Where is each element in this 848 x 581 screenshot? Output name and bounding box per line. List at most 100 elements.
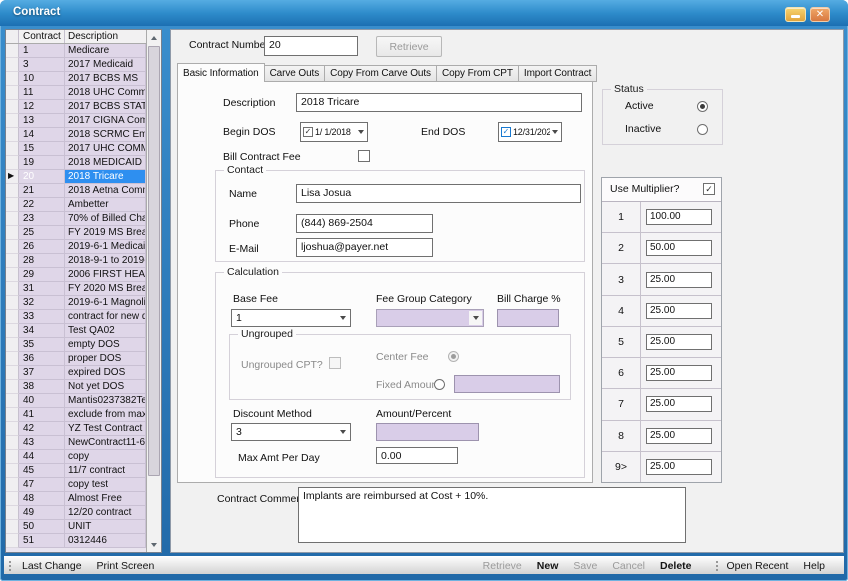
contract-desc-cell[interactable]: 12/20 contract — [65, 506, 146, 520]
row-selector[interactable] — [6, 114, 19, 128]
contract-row-13[interactable]: 132017 CIGNA Comm — [6, 114, 146, 128]
contract-row-42[interactable]: 42YZ Test Contract — [6, 422, 146, 436]
contract-id-cell[interactable]: 13 — [19, 114, 65, 128]
row-selector[interactable] — [6, 394, 19, 408]
contract-row-29[interactable]: 292006 FIRST HEAL — [6, 268, 146, 282]
row-selector[interactable] — [6, 282, 19, 296]
contact-phone-input[interactable]: (844) 869-2504 — [296, 214, 433, 233]
contract-id-cell[interactable]: 22 — [19, 198, 65, 212]
contract-id-cell[interactable]: 43 — [19, 436, 65, 450]
contract-row-35[interactable]: 35empty DOS — [6, 338, 146, 352]
begin-dos-picker[interactable]: ✓ 1/ 1/2018 — [300, 122, 368, 142]
end-dos-picker[interactable]: ✓ 12/31/2021 — [498, 122, 562, 142]
vertical-scrollbar[interactable] — [146, 30, 161, 552]
ungrouped-cpt-checkbox[interactable] — [329, 357, 341, 369]
delete-button[interactable]: Delete — [660, 560, 692, 572]
contract-id-cell[interactable]: 19 — [19, 156, 65, 170]
contract-desc-cell[interactable]: 2017 BCBS MS — [65, 72, 146, 86]
contract-row-28[interactable]: 282018-9-1 to 2019-8 — [6, 254, 146, 268]
row-selector[interactable] — [6, 142, 19, 156]
row-selector[interactable] — [6, 520, 19, 534]
contract-row-10[interactable]: 102017 BCBS MS — [6, 72, 146, 86]
contract-id-cell[interactable]: 11 — [19, 86, 65, 100]
tab-copy-from-carve-outs[interactable]: Copy From Carve Outs — [325, 65, 437, 82]
contract-desc-cell[interactable]: Medicare — [65, 44, 146, 58]
row-selector[interactable] — [6, 380, 19, 394]
contract-desc-cell[interactable]: Ambetter — [65, 198, 146, 212]
contract-desc-cell[interactable]: 2019-6-1 Medicaid — [65, 240, 146, 254]
row-selector[interactable] — [6, 44, 19, 58]
contract-desc-cell[interactable]: exclude from max — [65, 408, 146, 422]
contract-row-50[interactable]: 50UNIT — [6, 520, 146, 534]
contract-row-1[interactable]: 1Medicare — [6, 44, 146, 58]
contract-row-25[interactable]: 25FY 2019 MS Breas — [6, 226, 146, 240]
row-selector[interactable] — [6, 212, 19, 226]
column-header-description[interactable]: Description — [65, 30, 146, 43]
scroll-down-button[interactable] — [147, 537, 161, 552]
multiplier-value-input[interactable]: 25.00 — [646, 334, 712, 350]
contract-id-cell[interactable]: 50 — [19, 520, 65, 534]
row-selector[interactable] — [6, 268, 19, 282]
contract-id-cell[interactable]: 35 — [19, 338, 65, 352]
fixed-amount-input[interactable] — [454, 375, 560, 393]
contract-id-cell[interactable]: 44 — [19, 450, 65, 464]
row-selector[interactable] — [6, 478, 19, 492]
contract-row-21[interactable]: 212018 Aetna Comm — [6, 184, 146, 198]
max-amt-input[interactable]: 0.00 — [376, 447, 458, 464]
print-screen-button[interactable]: Print Screen — [97, 560, 155, 572]
row-selector[interactable] — [6, 534, 19, 548]
contract-id-cell[interactable]: 33 — [19, 310, 65, 324]
row-selector[interactable] — [6, 128, 19, 142]
contract-desc-cell[interactable]: Test QA02 — [65, 324, 146, 338]
use-multiplier-checkbox[interactable]: ✓ — [703, 183, 715, 195]
contract-desc-cell[interactable]: Almost Free — [65, 492, 146, 506]
contract-id-cell[interactable]: 41 — [19, 408, 65, 422]
status-active-radio[interactable] — [697, 101, 708, 112]
contract-desc-cell[interactable]: 11/7 contract — [65, 464, 146, 478]
contract-comment-input[interactable]: Implants are reimbursed at Cost + 10%. — [298, 487, 686, 543]
contract-desc-cell[interactable]: copy test — [65, 478, 146, 492]
row-selector[interactable] — [6, 226, 19, 240]
row-selector[interactable] — [6, 324, 19, 338]
contract-id-cell[interactable]: 36 — [19, 352, 65, 366]
scroll-up-button[interactable] — [147, 30, 161, 45]
contract-row-49[interactable]: 4912/20 contract — [6, 506, 146, 520]
multiplier-value-input[interactable]: 25.00 — [646, 303, 712, 319]
row-selector[interactable] — [6, 254, 19, 268]
center-fee-radio[interactable] — [448, 351, 459, 362]
contract-desc-cell[interactable]: 2018 MEDICAID — [65, 156, 146, 170]
multiplier-value-input[interactable]: 25.00 — [646, 428, 712, 444]
contract-desc-cell[interactable]: 2018 Tricare — [65, 170, 146, 184]
row-selector[interactable] — [6, 310, 19, 324]
save-button[interactable]: Save — [573, 560, 597, 572]
contract-row-3[interactable]: 32017 Medicaid — [6, 58, 146, 72]
contract-row-22[interactable]: 22Ambetter — [6, 198, 146, 212]
contract-desc-cell[interactable]: 2017 BCBS STAT — [65, 100, 146, 114]
row-selector[interactable] — [6, 464, 19, 478]
contract-id-cell[interactable]: 1 — [19, 44, 65, 58]
multiplier-value-input[interactable]: 25.00 — [646, 272, 712, 288]
row-selector[interactable]: ▶ — [6, 170, 19, 184]
discount-method-combo[interactable]: 3 — [231, 423, 351, 441]
open-recent-button[interactable]: Open Recent — [727, 560, 789, 572]
begin-dos-checkbox[interactable]: ✓ — [303, 127, 313, 137]
contract-row-20[interactable]: ▶202018 Tricare — [6, 170, 146, 184]
new-button[interactable]: New — [537, 560, 559, 572]
contract-number-input[interactable]: 20 — [264, 36, 358, 56]
tab-carve-outs[interactable]: Carve Outs — [265, 65, 326, 82]
scrollbar-thumb[interactable] — [148, 46, 160, 476]
contract-desc-cell[interactable]: contract for new d — [65, 310, 146, 324]
contract-row-36[interactable]: 36proper DOS — [6, 352, 146, 366]
column-header-contract[interactable]: Contract — [19, 30, 65, 43]
row-selector[interactable] — [6, 72, 19, 86]
contract-row-37[interactable]: 37expired DOS — [6, 366, 146, 380]
contract-row-43[interactable]: 43NewContract11-6 — [6, 436, 146, 450]
tab-basic-information[interactable]: Basic Information — [177, 63, 265, 82]
retrieve-button[interactable]: Retrieve — [483, 560, 522, 572]
contract-id-cell[interactable]: 38 — [19, 380, 65, 394]
contract-row-32[interactable]: 322019-6-1 Magnolia — [6, 296, 146, 310]
contract-id-cell[interactable]: 49 — [19, 506, 65, 520]
row-selector[interactable] — [6, 450, 19, 464]
contract-id-cell[interactable]: 45 — [19, 464, 65, 478]
contact-name-input[interactable]: Lisa Josua — [296, 184, 581, 203]
